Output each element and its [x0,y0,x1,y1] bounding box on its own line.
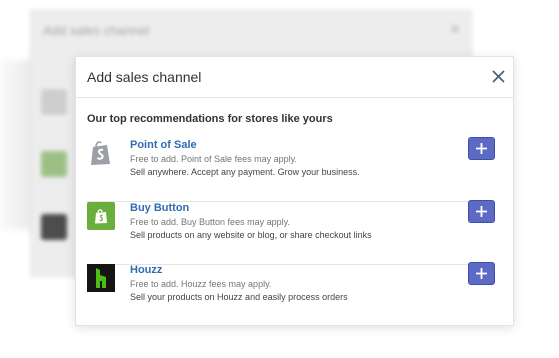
channel-description: Sell your products on Houzz and easily p… [130,292,348,302]
plus-icon [476,268,487,279]
background-dialog-title: Add sales channel [43,23,150,38]
close-button[interactable] [489,67,509,87]
section-heading: Our top recommendations for stores like … [87,113,333,125]
plus-icon [476,143,487,154]
background-buy-button-icon [41,151,67,177]
channel-description: Sell anywhere. Accept any payment. Grow … [130,167,360,177]
buy-button-icon [87,202,115,230]
channel-fee-text: Free to add. Buy Button fees may apply. [130,217,290,227]
modal-header: Add sales channel [76,57,513,98]
channel-description: Sell products on any website or blog, or… [130,230,372,240]
channel-fee-text: Free to add. Point of Sale fees may appl… [130,154,297,164]
channel-point-of-sale: Point of Sale Free to add. Point of Sale… [86,137,495,202]
channel-name[interactable]: Houzz [130,264,162,276]
channel-name[interactable]: Buy Button [130,202,189,214]
plus-icon [476,206,487,217]
channel-houzz: Houzz Free to add. Houzz fees may apply.… [86,262,495,326]
background-bag-icon [41,89,67,115]
add-sales-channel-modal: Add sales channel Our top recommendation… [75,56,514,326]
add-buy-button-button[interactable] [468,200,495,223]
background-houzz-icon [41,214,67,240]
channel-fee-text: Free to add. Houzz fees may apply. [130,279,272,289]
channel-buy-button: Buy Button Free to add. Buy Button fees … [86,200,495,265]
close-icon [492,70,505,83]
add-point-of-sale-button[interactable] [468,137,495,160]
add-houzz-button[interactable] [468,262,495,285]
shopify-bag-icon [87,139,115,167]
background-close-icon: ✕ [449,21,461,37]
modal-title: Add sales channel [87,69,202,85]
houzz-icon [87,264,115,292]
channel-name[interactable]: Point of Sale [130,139,197,151]
